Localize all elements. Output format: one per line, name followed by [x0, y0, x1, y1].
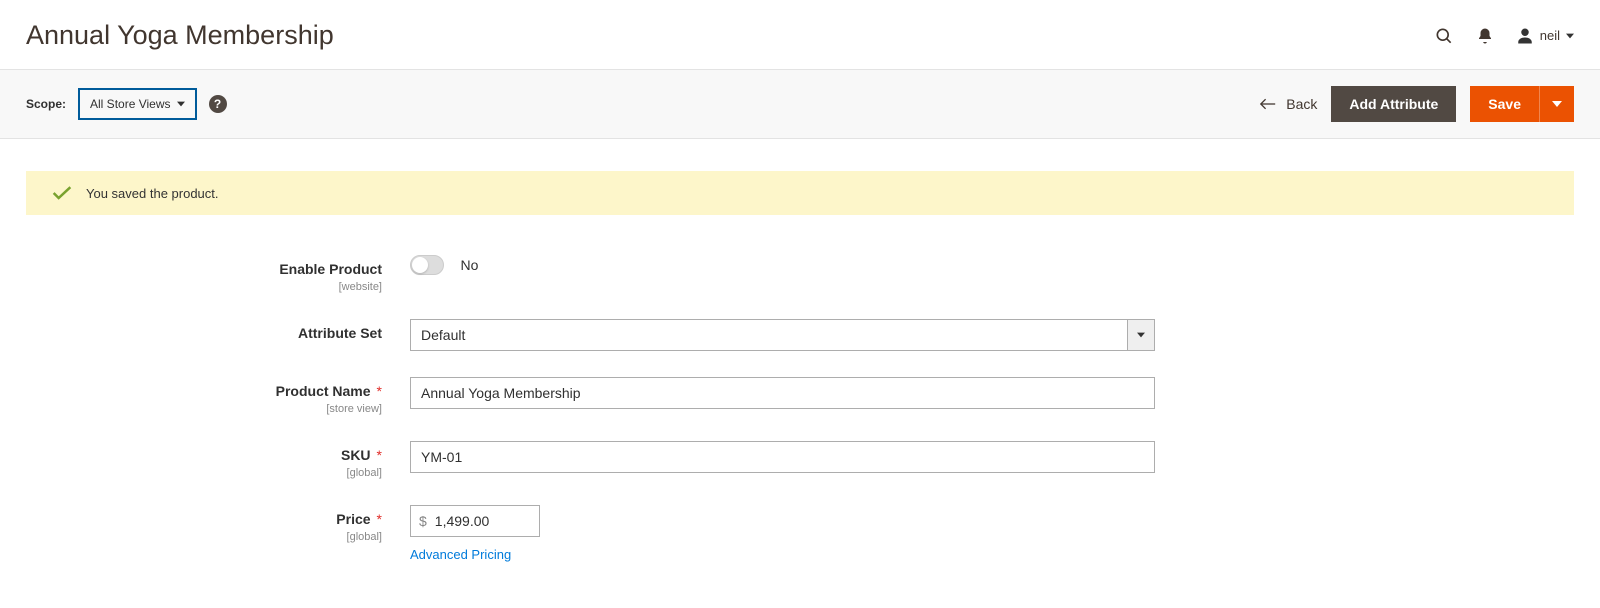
scope-label: Scope:: [26, 97, 66, 111]
attribute-set-dropdown-button[interactable]: [1127, 319, 1155, 351]
chevron-down-icon: [1137, 331, 1145, 339]
scope-selector[interactable]: All Store Views: [78, 88, 196, 120]
row-product-name: Product Name* [store view]: [0, 377, 1600, 415]
enable-product-value: No: [460, 257, 478, 273]
user-menu[interactable]: neil: [1516, 27, 1574, 45]
user-icon: [1516, 27, 1534, 45]
price-input[interactable]: [435, 506, 539, 536]
hint-sku: [global]: [0, 467, 382, 479]
product-name-input[interactable]: [410, 377, 1155, 409]
enable-product-toggle[interactable]: [410, 255, 444, 275]
chevron-down-icon: [1566, 32, 1574, 40]
row-enable-product: Enable Product [website] No: [0, 255, 1600, 293]
arrow-left-icon: [1260, 98, 1276, 110]
save-button[interactable]: Save: [1470, 86, 1539, 122]
check-icon: [52, 185, 72, 201]
attribute-set-input[interactable]: [410, 319, 1127, 351]
page-header: Annual Yoga Membership neil: [0, 0, 1600, 69]
user-name: neil: [1540, 28, 1560, 43]
back-button[interactable]: Back: [1260, 96, 1317, 112]
toolbar-right: Back Add Attribute Save: [1260, 86, 1574, 122]
message-text: You saved the product.: [86, 186, 219, 201]
label-attribute-set: Attribute Set: [298, 325, 382, 341]
advanced-pricing-link[interactable]: Advanced Pricing: [410, 547, 540, 562]
label-enable-product: Enable Product: [279, 261, 382, 277]
product-form: Enable Product [website] No Attribute Se…: [0, 215, 1600, 608]
row-attribute-set: Attribute Set: [0, 319, 1600, 351]
chevron-down-icon: [177, 100, 185, 108]
help-icon[interactable]: ?: [209, 95, 227, 113]
page-title: Annual Yoga Membership: [26, 20, 334, 51]
price-input-wrapper: $: [410, 505, 540, 537]
save-dropdown-button[interactable]: [1539, 86, 1574, 122]
toolbar-left: Scope: All Store Views ?: [26, 88, 227, 120]
save-button-group: Save: [1470, 86, 1574, 122]
hint-enable-product: [website]: [0, 281, 382, 293]
header-actions: neil: [1434, 26, 1574, 46]
sku-input[interactable]: [410, 441, 1155, 473]
row-sku: SKU* [global]: [0, 441, 1600, 479]
scope-value: All Store Views: [90, 97, 170, 111]
label-product-name: Product Name: [276, 383, 371, 399]
add-attribute-button[interactable]: Add Attribute: [1331, 86, 1456, 122]
hint-price: [global]: [0, 531, 382, 543]
search-icon[interactable]: [1434, 26, 1454, 46]
chevron-down-icon: [1552, 100, 1562, 108]
scope-toolbar: Scope: All Store Views ? Back Add Attrib…: [0, 69, 1600, 139]
success-message: You saved the product.: [26, 171, 1574, 215]
back-label: Back: [1286, 96, 1317, 112]
hint-product-name: [store view]: [0, 403, 382, 415]
bell-icon[interactable]: [1476, 27, 1494, 45]
attribute-set-combobox[interactable]: [410, 319, 1155, 351]
label-sku: SKU: [341, 447, 371, 463]
label-price: Price: [336, 511, 370, 527]
price-currency: $: [411, 513, 435, 529]
row-price: Price* [global] $ Advanced Pricing: [0, 505, 1600, 562]
